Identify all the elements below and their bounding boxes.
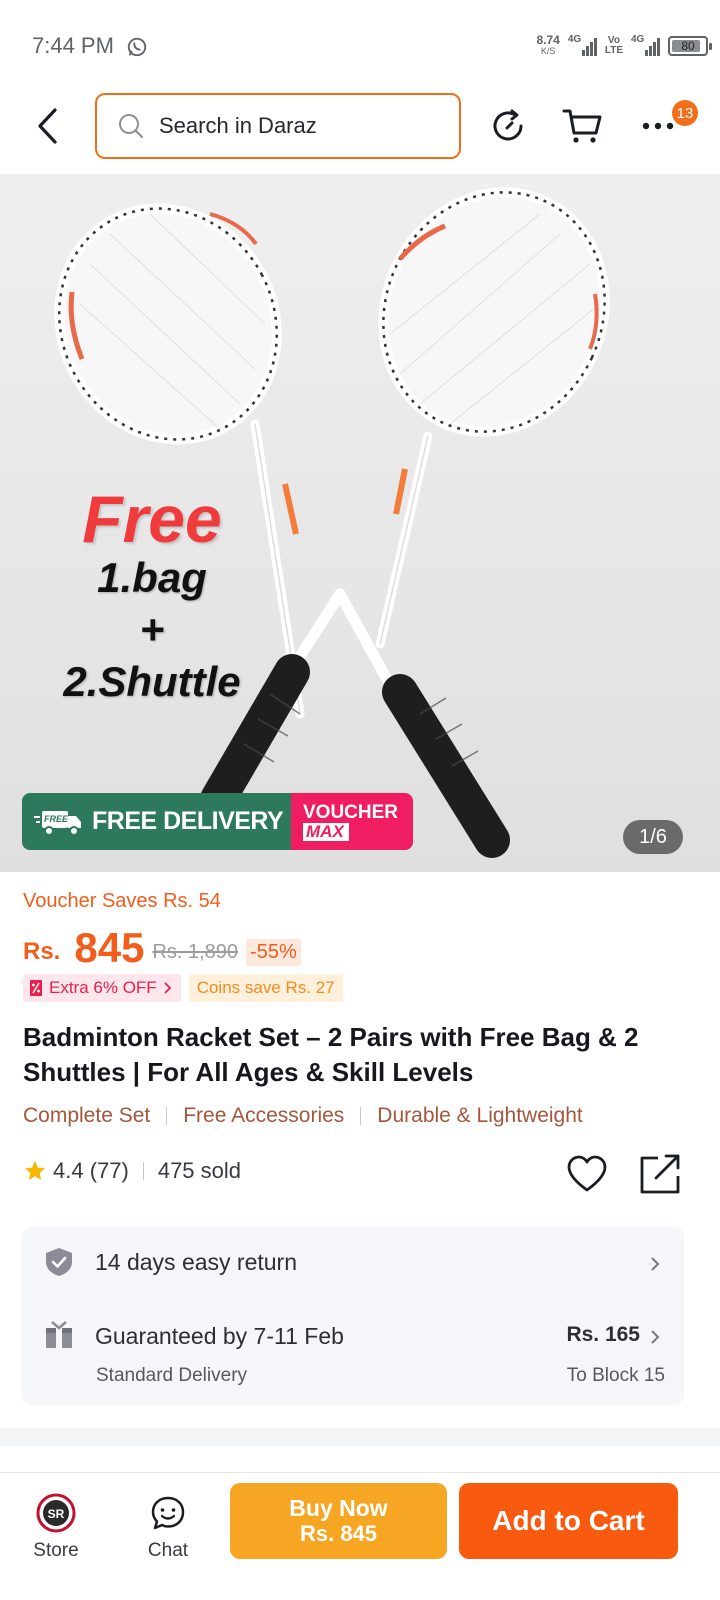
feature-tag: Complete Set — [23, 1104, 151, 1127]
extra-off-label: Extra 6% OFF — [49, 978, 157, 997]
feature-tags: Complete Set Free Accessories Durable & … — [23, 1104, 583, 1128]
sim2-label: 4G — [631, 34, 645, 45]
chevron-right-icon — [651, 1257, 660, 1271]
cart-button[interactable] — [560, 104, 604, 148]
battery-icon: 80 — [668, 36, 712, 56]
divider — [360, 1107, 362, 1125]
promo-chips: Extra 6% OFF Coins save Rs. 27 — [23, 974, 343, 1002]
chat-label: Chat — [147, 1540, 189, 1561]
history-button[interactable] — [486, 104, 530, 148]
product-image-gallery[interactable]: Free 1.bag + 2.Shuttle FREE FREE DELIVER… — [0, 174, 720, 872]
status-bar: 7:44 PM 8.74 K/S 4G Vo LTE 4G 80 — [0, 0, 720, 92]
share-button[interactable] — [638, 1152, 682, 1196]
volte-line2: LTE — [604, 45, 623, 56]
status-time: 7:44 PM — [32, 33, 114, 58]
more-dots-icon — [642, 122, 674, 130]
original-price: Rs. 1,890 — [152, 941, 239, 963]
rating-value: 4.4 (77) — [53, 1158, 129, 1183]
battery-level: 80 — [681, 39, 695, 53]
free-delivery-voucher-banner: FREE FREE DELIVERY VOUCHER MAX — [22, 793, 413, 850]
feature-tag: Free Accessories — [183, 1104, 345, 1127]
return-policy-text: 14 days easy return — [95, 1249, 298, 1275]
search-icon — [119, 114, 144, 139]
voucher-tag-icon — [30, 980, 42, 996]
feature-tag: Durable & Lightweight — [377, 1104, 583, 1127]
net-speed-unit: K/S — [540, 46, 556, 56]
promo-line-shuttle: 2.Shuttle — [63, 658, 241, 705]
free-small-label: FREE — [44, 814, 69, 824]
buy-now-price: Rs. 845 — [299, 1521, 378, 1546]
voucher-max-badge: VOUCHER MAX — [291, 793, 413, 850]
shield-check-icon — [46, 1248, 72, 1276]
volte-icon: Vo LTE — [605, 36, 623, 56]
product-title: Badminton Racket Set – 2 Pairs with Free… — [23, 1022, 639, 1087]
free-delivery-label: FREE DELIVERY — [92, 807, 284, 835]
promo-line-bag: 1.bag — [97, 554, 207, 601]
return-policy-row[interactable]: 14 days easy return — [22, 1227, 684, 1303]
delivery-guarantee-text: Guaranteed by 7-11 Feb — [95, 1323, 344, 1349]
add-to-cart-label: Add to Cart — [492, 1505, 645, 1536]
heart-icon — [567, 1155, 607, 1192]
search-input[interactable]: Search in Daraz — [95, 93, 461, 159]
delivery-row[interactable]: Guaranteed by 7-11 Feb Standard Delivery… — [22, 1303, 684, 1405]
buy-now-label: Buy Now — [289, 1495, 388, 1521]
delivery-fee: Rs. 165 — [566, 1323, 640, 1346]
section-divider — [0, 1428, 720, 1446]
add-to-cart-button[interactable]: Add to Cart — [459, 1483, 678, 1559]
extra-off-chip[interactable]: Extra 6% OFF — [23, 974, 181, 1002]
coins-save-chip: Coins save Rs. 27 — [188, 974, 343, 1002]
sold-count: 475 sold — [157, 1158, 242, 1183]
promo-plus: + — [139, 606, 165, 653]
whatsapp-icon — [127, 37, 147, 57]
coins-save-label: Coins save Rs. 27 — [196, 978, 335, 997]
divider — [142, 1162, 144, 1180]
top-header: Search in Daraz 13 — [0, 92, 720, 174]
bottom-action-bar: SR Store Chat Buy Now Rs. 845 Add to Car… — [0, 1472, 720, 1600]
star-icon — [25, 1161, 45, 1180]
back-arrow-icon — [38, 108, 57, 144]
chat-button[interactable]: Chat — [134, 1493, 202, 1563]
store-button[interactable]: SR Store — [22, 1493, 90, 1563]
net-speed-value: 8.74 — [536, 33, 560, 47]
status-indicators: 8.74 K/S 4G Vo LTE 4G 80 — [536, 30, 712, 62]
discount-badge: -55% — [246, 939, 301, 966]
store-logo-icon: SR — [36, 1493, 76, 1533]
delivery-location: To Block 15 — [566, 1365, 665, 1386]
price-currency: Rs. — [23, 938, 61, 965]
back-button[interactable] — [28, 106, 68, 146]
free-gift-promo: Free 1.bag + 2.Shuttle — [42, 486, 262, 708]
signal-sim2-icon: 4G — [631, 34, 660, 56]
delivery-type-text: Standard Delivery — [96, 1365, 248, 1386]
chevron-right-icon — [651, 1330, 660, 1344]
search-placeholder: Search in Daraz — [159, 113, 317, 138]
store-label: Store — [33, 1540, 79, 1561]
price-row: Rs. 845 Rs. 1,890 -55% — [23, 922, 301, 972]
free-delivery-badge: FREE FREE DELIVERY — [22, 793, 291, 850]
notification-badge: 13 — [672, 100, 698, 126]
promo-free-text: Free — [82, 482, 222, 556]
package-icon — [46, 1321, 72, 1348]
delivery-truck-icon: FREE — [34, 810, 81, 836]
image-page-indicator: 1/6 — [623, 820, 683, 854]
current-price: 845 — [74, 924, 145, 971]
cart-icon — [562, 109, 602, 143]
share-icon — [640, 1154, 680, 1194]
chevron-right-icon — [164, 982, 171, 994]
network-speed: 8.74 K/S — [536, 33, 560, 57]
divider — [166, 1107, 168, 1125]
wishlist-button[interactable] — [565, 1152, 609, 1196]
chat-icon — [151, 1496, 185, 1530]
sim1-label: 4G — [567, 34, 582, 45]
voucher-max-label: MAX — [303, 822, 349, 841]
buy-now-button[interactable]: Buy Now Rs. 845 — [230, 1483, 447, 1559]
rating-row[interactable]: 4.4 (77) 475 sold — [23, 1158, 241, 1184]
voucher-label: VOUCHER — [303, 801, 399, 823]
signal-sim1-icon: 4G — [567, 34, 597, 56]
service-info-card: 14 days easy return Guaranteed by 7-11 F… — [22, 1227, 684, 1405]
store-logo-text: SR — [48, 1507, 65, 1521]
history-icon — [493, 109, 523, 141]
voucher-saves-text: Voucher Saves Rs. 54 — [23, 890, 221, 912]
